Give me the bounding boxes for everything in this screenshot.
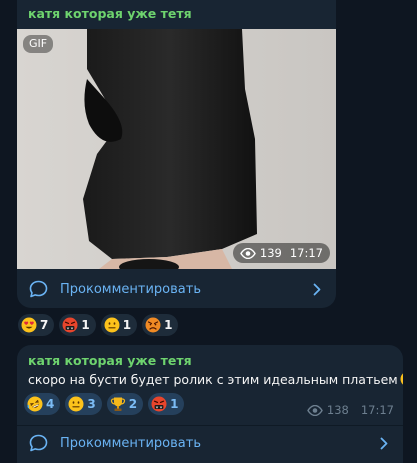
author-name[interactable]: катя которая уже тетя (28, 6, 192, 21)
view-count: 139 (259, 246, 282, 260)
reaction-pill[interactable]: 1 (100, 314, 138, 336)
cursing-face-icon (62, 317, 78, 333)
reaction-count: 7 (40, 318, 49, 332)
message-bubble[interactable]: катя которая уже тетя скоро на бусти буд… (17, 345, 403, 463)
reaction-pill[interactable]: 2 (106, 393, 144, 415)
message-meta: 138 17:17 (307, 403, 394, 417)
reaction-pill[interactable]: 7 (18, 314, 55, 336)
comment-label: Прокомментировать (60, 281, 201, 297)
angry-face-icon (145, 317, 161, 333)
gif-preview-image (17, 29, 336, 269)
reaction-pill[interactable]: 1 (142, 314, 179, 336)
reaction-pill[interactable]: 3 (65, 393, 102, 415)
relieved-face-icon (400, 371, 403, 387)
heart-eyes-face-icon (21, 317, 37, 333)
chat-view: катя которая уже тетя GIF 139 17:17 Прок… (0, 0, 417, 463)
message-time: 17:17 (289, 246, 323, 260)
reactions-bar: 7 1 1 1 (18, 314, 179, 336)
eye-icon (307, 404, 323, 416)
comment-button[interactable]: Прокомментировать (17, 269, 336, 308)
neutral-face-icon (104, 317, 120, 333)
chevron-right-icon (377, 436, 391, 450)
comment-label: Прокомментировать (60, 435, 201, 451)
cursing-face-icon (151, 396, 167, 412)
reaction-pill[interactable]: 4 (24, 393, 61, 415)
reaction-count: 1 (170, 397, 179, 411)
message-bubble[interactable]: катя которая уже тетя GIF 139 17:17 Прок… (17, 0, 336, 308)
gif-media[interactable]: GIF 139 17:17 (17, 29, 336, 269)
gif-badge: GIF (23, 35, 54, 53)
media-meta: 139 17:17 (232, 243, 330, 263)
chevron-right-icon (310, 282, 324, 296)
reaction-count: 1 (81, 318, 90, 332)
trophy-icon (110, 396, 126, 412)
reaction-count: 1 (122, 318, 132, 332)
message-text: скоро на бусти будет ролик с этим идеаль… (28, 371, 403, 387)
message-time: 17:17 (360, 403, 394, 417)
reaction-count: 1 (164, 318, 173, 332)
eye-icon (240, 247, 256, 259)
message-text-content: скоро на бусти будет ролик с этим идеаль… (28, 371, 398, 387)
comment-bubble-icon (29, 280, 48, 298)
comment-button[interactable]: Прокомментировать (17, 423, 403, 463)
reaction-count: 3 (87, 397, 96, 411)
reaction-count: 4 (46, 397, 55, 411)
comment-bubble-icon (29, 434, 48, 452)
reaction-pill[interactable]: 1 (148, 393, 185, 415)
reactions-bar: 4 3 2 1 (24, 393, 185, 415)
reaction-pill[interactable]: 1 (59, 314, 96, 336)
rofl-face-icon (27, 396, 43, 412)
reaction-count: 2 (128, 397, 138, 411)
author-name[interactable]: катя которая уже тетя (28, 353, 192, 368)
neutral-face-icon (68, 396, 84, 412)
view-count: 138 (326, 403, 349, 417)
